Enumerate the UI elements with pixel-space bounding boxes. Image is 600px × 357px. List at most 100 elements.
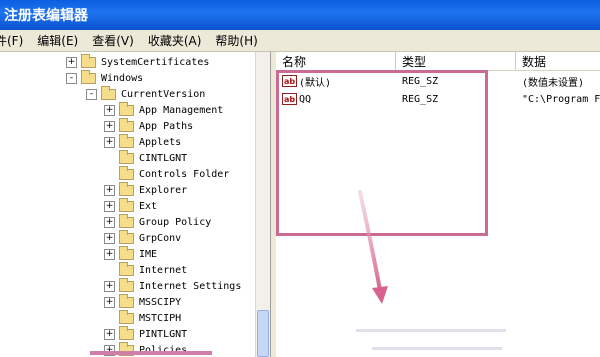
tree-item-applets[interactable]: + Applets [104,133,182,150]
expand-icon[interactable]: + [66,56,77,68]
expand-icon[interactable]: + [104,200,115,212]
scrollbar-thumb[interactable] [257,310,269,357]
value-type: REG_SZ [402,93,439,105]
tree-item-controls-folder[interactable]: Controls Folder [104,165,230,182]
expand-icon[interactable]: + [104,184,115,196]
tree-item-app-management[interactable]: + App Management [104,101,224,118]
collapse-icon[interactable]: - [66,72,77,84]
tree-item-label: Ext [139,200,158,212]
folder-icon [119,117,134,132]
tree-item-grpconv[interactable]: + GrpConv [104,229,182,246]
tree-item-systemcertificates[interactable]: + SystemCertificates [66,53,210,70]
folder-icon [119,133,134,148]
expand-icon[interactable]: + [104,104,115,116]
title-bar[interactable]: 注册表编辑器 [0,0,600,30]
tree-item-label: App Paths [139,120,194,132]
tree-item-label: App Management [139,104,224,116]
column-header-name[interactable]: 名称 [276,52,396,70]
menu-bar: 件(F) 编辑(E) 查看(V) 收藏夹(A) 帮助(H) [0,30,600,52]
expand-icon[interactable]: + [104,136,115,148]
list-row[interactable]: ab (默认) REG_SZ (数值未设置) [282,72,584,90]
expand-icon[interactable]: + [104,120,115,132]
folder-icon [119,197,134,212]
folder-icon [81,53,96,68]
tree-item-cintlgnt[interactable]: CINTLGNT [104,149,188,166]
expand-icon[interactable]: + [104,216,115,228]
folder-icon [119,165,134,180]
folder-icon [119,309,134,324]
expand-icon[interactable]: + [104,232,115,244]
folder-icon [119,325,134,340]
value-name: QQ [299,93,312,105]
folder-icon [119,261,134,276]
column-type-label: 类型 [402,54,427,69]
tree-item-windows[interactable]: - Windows [66,69,144,86]
window-title: 注册表编辑器 [4,8,88,24]
tree-item-label: Explorer [139,184,188,196]
folder-open-icon [101,85,116,100]
string-value-icon: ab [282,93,297,105]
collapse-icon[interactable]: - [86,88,97,100]
tree-item-msscipy[interactable]: + MSSCIPY [104,293,182,310]
list-row[interactable]: ab QQ REG_SZ "C:\Program F [282,90,600,108]
tree-item-label: MSSCIPY [139,296,182,308]
column-header-data[interactable]: 数据 [516,52,600,70]
tree-item-label: SystemCertificates [101,56,210,68]
tree-item-label: MSTCIPH [139,312,182,324]
tree-item-label: Applets [139,136,182,148]
tree-item-internet-settings[interactable]: + Internet Settings [104,277,242,294]
folder-icon [119,277,134,292]
folder-icon [119,293,134,308]
expand-icon[interactable]: + [104,248,115,260]
registry-tree[interactable]: + SystemCertificates - Windows - Current… [0,52,271,357]
tree-item-label: PINTLGNT [139,328,188,340]
tree-item-label: GrpConv [139,232,182,244]
tree-item-label: Group Policy [139,216,212,228]
expand-icon[interactable]: + [104,328,115,340]
values-list[interactable]: 名称 类型 数据 ab (默认) REG_SZ (数值未设置) ab QQ RE… [276,52,600,357]
value-type: REG_SZ [402,75,439,87]
tree-item-explorer[interactable]: + Explorer [104,181,188,198]
folder-icon [119,213,134,228]
tree-item-label: Windows [101,72,144,84]
expand-icon[interactable]: + [104,280,115,292]
value-data: (数值未设置) [522,77,585,89]
tree-item-currentversion[interactable]: - CurrentVersion [86,85,206,102]
folder-icon [119,245,134,260]
value-name: (默认) [299,77,332,89]
tree-item-pintlgnt[interactable]: + PINTLGNT [104,325,188,342]
tree-item-label: CurrentVersion [121,88,206,100]
watermark [356,326,516,339]
menu-help[interactable]: 帮助(H) [215,32,257,49]
column-data-label: 数据 [522,54,547,69]
folder-icon [119,181,134,196]
folder-icon [119,149,134,164]
tree-item-label: Internet Settings [139,280,242,292]
folder-open-icon [81,69,96,84]
tree-scrollbar[interactable] [255,52,270,357]
watermark [372,344,512,357]
header-divider [276,70,600,71]
tree-item-mstciph[interactable]: MSTCIPH [104,309,182,326]
selection-highlight [90,351,212,355]
tree-item-group-policy[interactable]: + Group Policy [104,213,212,230]
tree-item-ext[interactable]: + Ext [104,197,158,214]
string-value-icon: ab [282,75,297,87]
value-data: "C:\Program F [522,93,600,105]
tree-item-internet[interactable]: Internet [104,261,188,278]
tree-item-label: IME [139,248,158,260]
tree-item-label: Controls Folder [139,168,230,180]
tree-item-ime[interactable]: + IME [104,245,158,262]
column-name-label: 名称 [282,54,307,69]
tree-item-label: CINTLGNT [139,152,188,164]
tree-item-label: Internet [139,264,188,276]
tree-item-app-paths[interactable]: + App Paths [104,117,194,134]
expand-icon[interactable]: + [104,296,115,308]
menu-edit[interactable]: 编辑(E) [37,32,78,49]
menu-view[interactable]: 查看(V) [92,32,134,49]
menu-file[interactable]: 件(F) [0,32,23,49]
folder-icon [119,101,134,116]
column-header-type[interactable]: 类型 [396,52,516,70]
menu-favorites[interactable]: 收藏夹(A) [148,32,202,49]
folder-icon [119,229,134,244]
